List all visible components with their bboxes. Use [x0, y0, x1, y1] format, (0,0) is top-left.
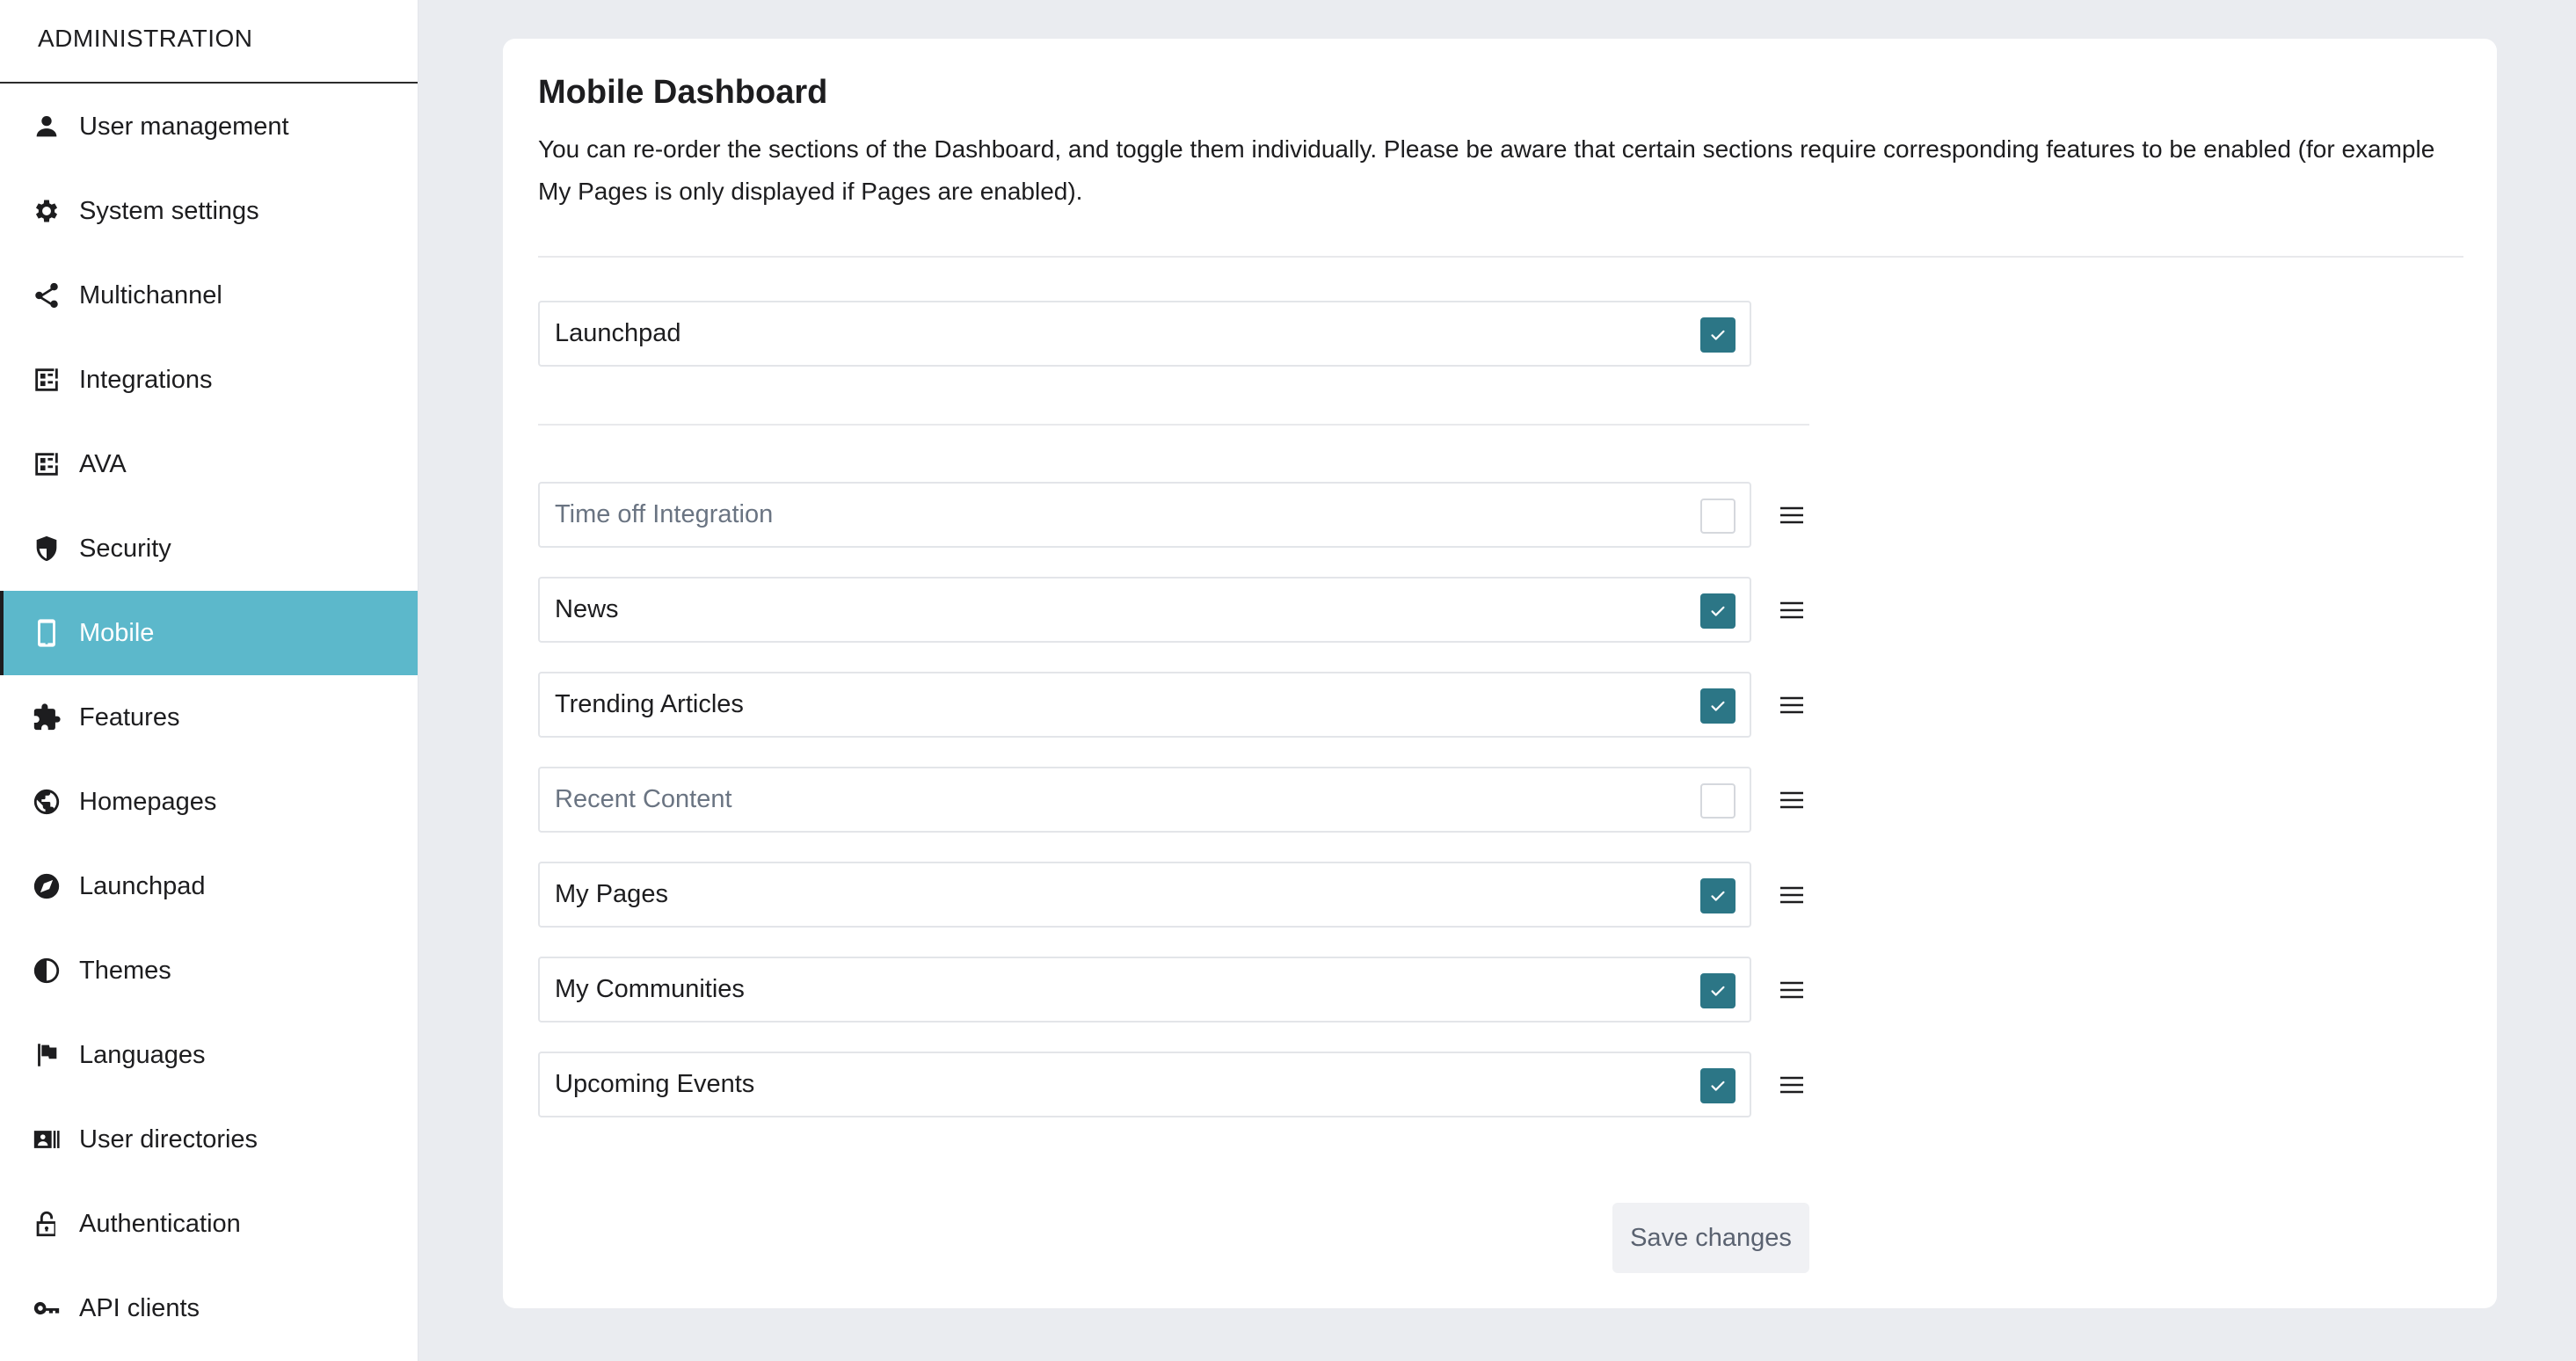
- contrast-icon: [32, 956, 62, 986]
- check-icon: [1711, 330, 1725, 340]
- sidebar-item-label: Features: [79, 702, 180, 731]
- sidebar-item-label: System settings: [79, 196, 259, 225]
- drag-handle-icon[interactable]: [1774, 1067, 1809, 1103]
- check-icon: [1711, 701, 1725, 711]
- sidebar-item-label: API clients: [79, 1293, 200, 1322]
- flag-icon: [32, 1040, 62, 1070]
- puzzle-icon: [32, 702, 62, 732]
- sidebar-item-label: AVA: [79, 449, 127, 478]
- sidebar-item-api-clients[interactable]: API clients: [0, 1266, 418, 1350]
- sidebar-nav: User management System settings Multicha…: [0, 84, 418, 1350]
- sidebar-item-ava[interactable]: AVA: [0, 422, 418, 506]
- sidebar-item-languages[interactable]: Languages: [0, 1013, 418, 1097]
- section-row-recent-content: Recent Content: [538, 767, 1751, 833]
- section-label: My Communities: [555, 975, 745, 1003]
- sidebar-item-features[interactable]: Features: [0, 675, 418, 760]
- sidebar-item-security[interactable]: Security: [0, 506, 418, 591]
- section-checkbox[interactable]: [1700, 499, 1736, 534]
- section-label: Recent Content: [555, 785, 732, 813]
- sidebar-item-launchpad[interactable]: Launchpad: [0, 844, 418, 928]
- pinned-section-launchpad: Launchpad: [538, 301, 1751, 367]
- gear-icon: [32, 196, 62, 226]
- section-label: Upcoming Events: [555, 1070, 755, 1098]
- section-row-news: News: [538, 577, 1751, 643]
- sidebar-header: ADMINISTRATION: [0, 0, 418, 84]
- sidebar-item-label: Themes: [79, 956, 171, 985]
- lock-icon: [32, 1209, 62, 1239]
- page-title: Mobile Dashboard: [538, 74, 828, 111]
- drag-handle-icon[interactable]: [1774, 498, 1809, 533]
- save-changes-button[interactable]: Save changes: [1612, 1203, 1809, 1273]
- section-checkbox[interactable]: [1700, 317, 1736, 353]
- section-checkbox[interactable]: [1700, 688, 1736, 724]
- sidebar-item-label: User directories: [79, 1124, 258, 1154]
- section-checkbox[interactable]: [1700, 878, 1736, 913]
- ava-icon: [32, 449, 62, 479]
- check-icon: [1711, 986, 1725, 996]
- section-row-my-pages: My Pages: [538, 862, 1751, 928]
- directory-icon: [32, 1124, 62, 1154]
- person-icon: [32, 112, 62, 142]
- shield-icon: [32, 534, 62, 564]
- sidebar-item-label: Security: [79, 534, 171, 563]
- drag-handle-icon[interactable]: [1774, 688, 1809, 723]
- section-label: Launchpad: [555, 319, 681, 347]
- sidebar-item-authentication[interactable]: Authentication: [0, 1182, 418, 1266]
- check-icon: [1711, 891, 1725, 901]
- share-icon: [32, 280, 62, 310]
- sidebar-item-multichannel[interactable]: Multichannel: [0, 253, 418, 338]
- drag-handle-icon[interactable]: [1774, 593, 1809, 628]
- section-checkbox[interactable]: [1700, 593, 1736, 629]
- sidebar-item-system-settings[interactable]: System settings: [0, 169, 418, 253]
- drag-handle-icon[interactable]: [1774, 877, 1809, 913]
- section-row-time-off-integration: Time off Integration: [538, 482, 1751, 548]
- phone-icon: [32, 618, 62, 648]
- drag-handle-icon[interactable]: [1774, 972, 1809, 1008]
- section-label: Trending Articles: [555, 690, 744, 718]
- sidebar-item-user-directories[interactable]: User directories: [0, 1097, 418, 1182]
- page-description: You can re-order the sections of the Das…: [538, 135, 2435, 205]
- section-label: News: [555, 595, 619, 623]
- divider: [538, 424, 1809, 426]
- sidebar-item-integrations[interactable]: Integrations: [0, 338, 418, 422]
- sidebar-item-label: Launchpad: [79, 871, 206, 900]
- key-icon: [32, 1293, 62, 1323]
- sidebar-item-label: Multichannel: [79, 280, 222, 309]
- section-row-my-communities: My Communities: [538, 957, 1751, 1023]
- globe-icon: [32, 787, 62, 817]
- check-icon: [1711, 606, 1725, 616]
- mobile-dashboard-card: Mobile Dashboard You can re-order the se…: [503, 39, 2497, 1308]
- sidebar-item-homepages[interactable]: Homepages: [0, 760, 418, 844]
- integrations-icon: [32, 365, 62, 395]
- sidebar-item-label: Homepages: [79, 787, 217, 816]
- sidebar: ADMINISTRATION User management System se…: [0, 0, 418, 1361]
- sidebar-item-label: Authentication: [79, 1209, 241, 1238]
- section-row-upcoming-events: Upcoming Events: [538, 1052, 1751, 1117]
- sidebar-item-themes[interactable]: Themes: [0, 928, 418, 1013]
- sidebar-item-label: Integrations: [79, 365, 213, 394]
- section-checkbox[interactable]: [1700, 783, 1736, 819]
- section-label: My Pages: [555, 880, 668, 908]
- check-icon: [1711, 1081, 1725, 1091]
- sidebar-item-mobile[interactable]: Mobile: [0, 591, 418, 675]
- section-checkbox[interactable]: [1700, 1068, 1736, 1103]
- section-label: Time off Integration: [555, 500, 774, 528]
- sidebar-item-label: Languages: [79, 1040, 206, 1069]
- section-checkbox[interactable]: [1700, 973, 1736, 1008]
- section-row-trending-articles: Trending Articles: [538, 672, 1751, 738]
- divider: [538, 256, 2463, 258]
- sidebar-item-user-management[interactable]: User management: [0, 84, 418, 169]
- sidebar-item-label: Mobile: [79, 618, 155, 647]
- compass-icon: [32, 871, 62, 901]
- drag-handle-icon[interactable]: [1774, 782, 1809, 818]
- sidebar-item-label: User management: [79, 112, 289, 141]
